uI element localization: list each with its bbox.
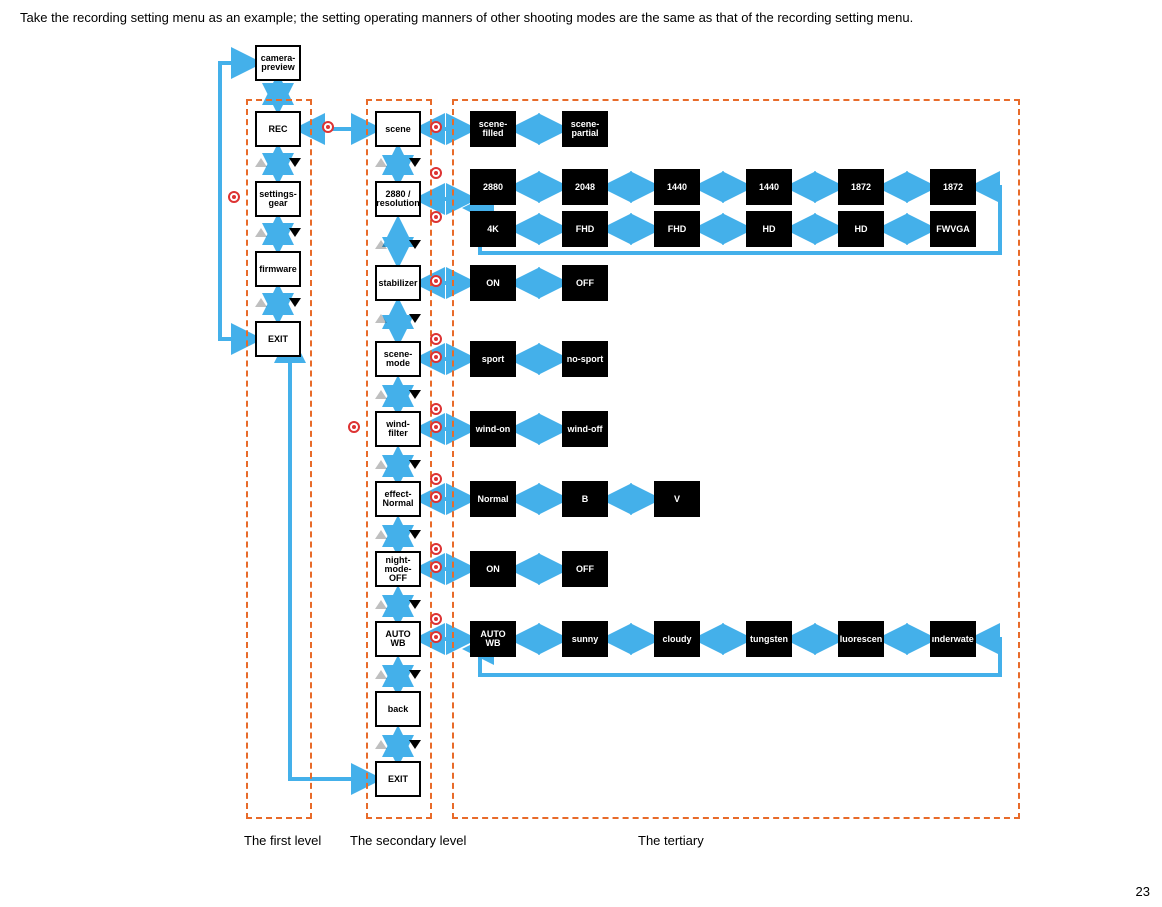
l3-res2-2: FHD [654, 211, 700, 247]
l3-stab-0: ON [470, 265, 516, 301]
l3-stab-1: OFF [562, 265, 608, 301]
l2-item-9: EXIT [375, 761, 421, 797]
l2-item-5: effect-Normal [375, 481, 421, 517]
l3-wb-2: cloudy [654, 621, 700, 657]
nav-l2-3 [375, 387, 421, 401]
l1-item-1: settings-gear [255, 181, 301, 217]
caption-first: The first level [244, 833, 321, 848]
rd-l2-6a [430, 543, 442, 555]
l3-wb-5: underwater [930, 621, 976, 657]
l2-item-0: scene [375, 111, 421, 147]
red-dot-l1-to-l2 [322, 121, 334, 133]
nav-l2-7 [375, 667, 421, 681]
nav-l2-1 [375, 237, 421, 251]
l2-item-4: wind-filter [375, 411, 421, 447]
rd-l2-3 [430, 351, 442, 363]
l3-wb-1: sunny [562, 621, 608, 657]
nav-l1-1 [255, 225, 301, 239]
rd-l2-return [348, 421, 360, 433]
l3-res2-3: HD [746, 211, 792, 247]
l2-item-2: stabilizer [375, 265, 421, 301]
nav-l3-scene [516, 105, 530, 119]
l3-res2-0: 4K [470, 211, 516, 247]
nav-l2-2 [375, 311, 421, 325]
rd-l2-5 [430, 491, 442, 503]
rd-l2-0 [430, 121, 442, 133]
nav-l2-6 [375, 597, 421, 611]
menu-diagram: camera-preview REC settings-gear firmwar… [200, 43, 1162, 873]
rd-l2-1b [430, 211, 442, 223]
nav-l1-0 [255, 155, 301, 169]
l3-res-3: 1440 [746, 169, 792, 205]
l3-eff-1: B [562, 481, 608, 517]
l3-wind-1: wind-off [562, 411, 608, 447]
page-number: 23 [1136, 884, 1150, 899]
rd-l2-7 [430, 631, 442, 643]
l2-item-7: AUTO WB [375, 621, 421, 657]
l3-eff-0: Normal [470, 481, 516, 517]
start-preview-box: camera-preview [255, 45, 301, 81]
l1-item-3: EXIT [255, 321, 301, 357]
l3-wind-0: wind-on [470, 411, 516, 447]
l1-item-2: firmware [255, 251, 301, 287]
l3-res-0: 2880 [470, 169, 516, 205]
nav-l1-2 [255, 295, 301, 309]
l3-wb-3: tungsten [746, 621, 792, 657]
rd-l2-6 [430, 561, 442, 573]
l3-res2-5: FWVGA [930, 211, 976, 247]
nav-l2-0 [375, 155, 421, 169]
start-preview-label: camera-preview [257, 53, 299, 73]
nav-l2-8 [375, 737, 421, 751]
l3-res2-4: HD [838, 211, 884, 247]
l3-scene-1: scene-partial [562, 111, 608, 147]
nav-l2-4 [375, 457, 421, 471]
l3-scene-0: scene-filled [470, 111, 516, 147]
l3-res-2: 1440 [654, 169, 700, 205]
l3-res2-1: FHD [562, 211, 608, 247]
rd-l2-4 [430, 421, 442, 433]
caption-third: The tertiary [638, 833, 704, 848]
rd-l2-4a [430, 403, 442, 415]
rd-l2-3a [430, 333, 442, 345]
l2-item-8: back [375, 691, 421, 727]
rd-l2-2 [430, 275, 442, 287]
l2-item-1: 2880 / resolution [375, 181, 421, 217]
intro-text: Take the recording setting menu as an ex… [20, 10, 1142, 25]
red-dot-l1-enter [228, 191, 240, 203]
l3-res-5: 1872 [930, 169, 976, 205]
l3-sm-1: no-sport [562, 341, 608, 377]
nav-l2-5 [375, 527, 421, 541]
level3-outline [452, 99, 1020, 819]
l3-wb-0: AUTO WB [470, 621, 516, 657]
rd-l2-1 [430, 167, 442, 179]
l2-item-6: night-mode-OFF [375, 551, 421, 587]
l3-res-1: 2048 [562, 169, 608, 205]
l1-item-0: REC [255, 111, 301, 147]
l2-item-3: scene-mode [375, 341, 421, 377]
l3-res-4: 1872 [838, 169, 884, 205]
l3-sm-0: sport [470, 341, 516, 377]
l3-wb-4: fluorescent [838, 621, 884, 657]
rd-l2-5a [430, 473, 442, 485]
caption-second: The secondary level [350, 833, 466, 848]
l3-night-1: OFF [562, 551, 608, 587]
l3-eff-2: V [654, 481, 700, 517]
l3-night-0: ON [470, 551, 516, 587]
rd-l2-7a [430, 613, 442, 625]
